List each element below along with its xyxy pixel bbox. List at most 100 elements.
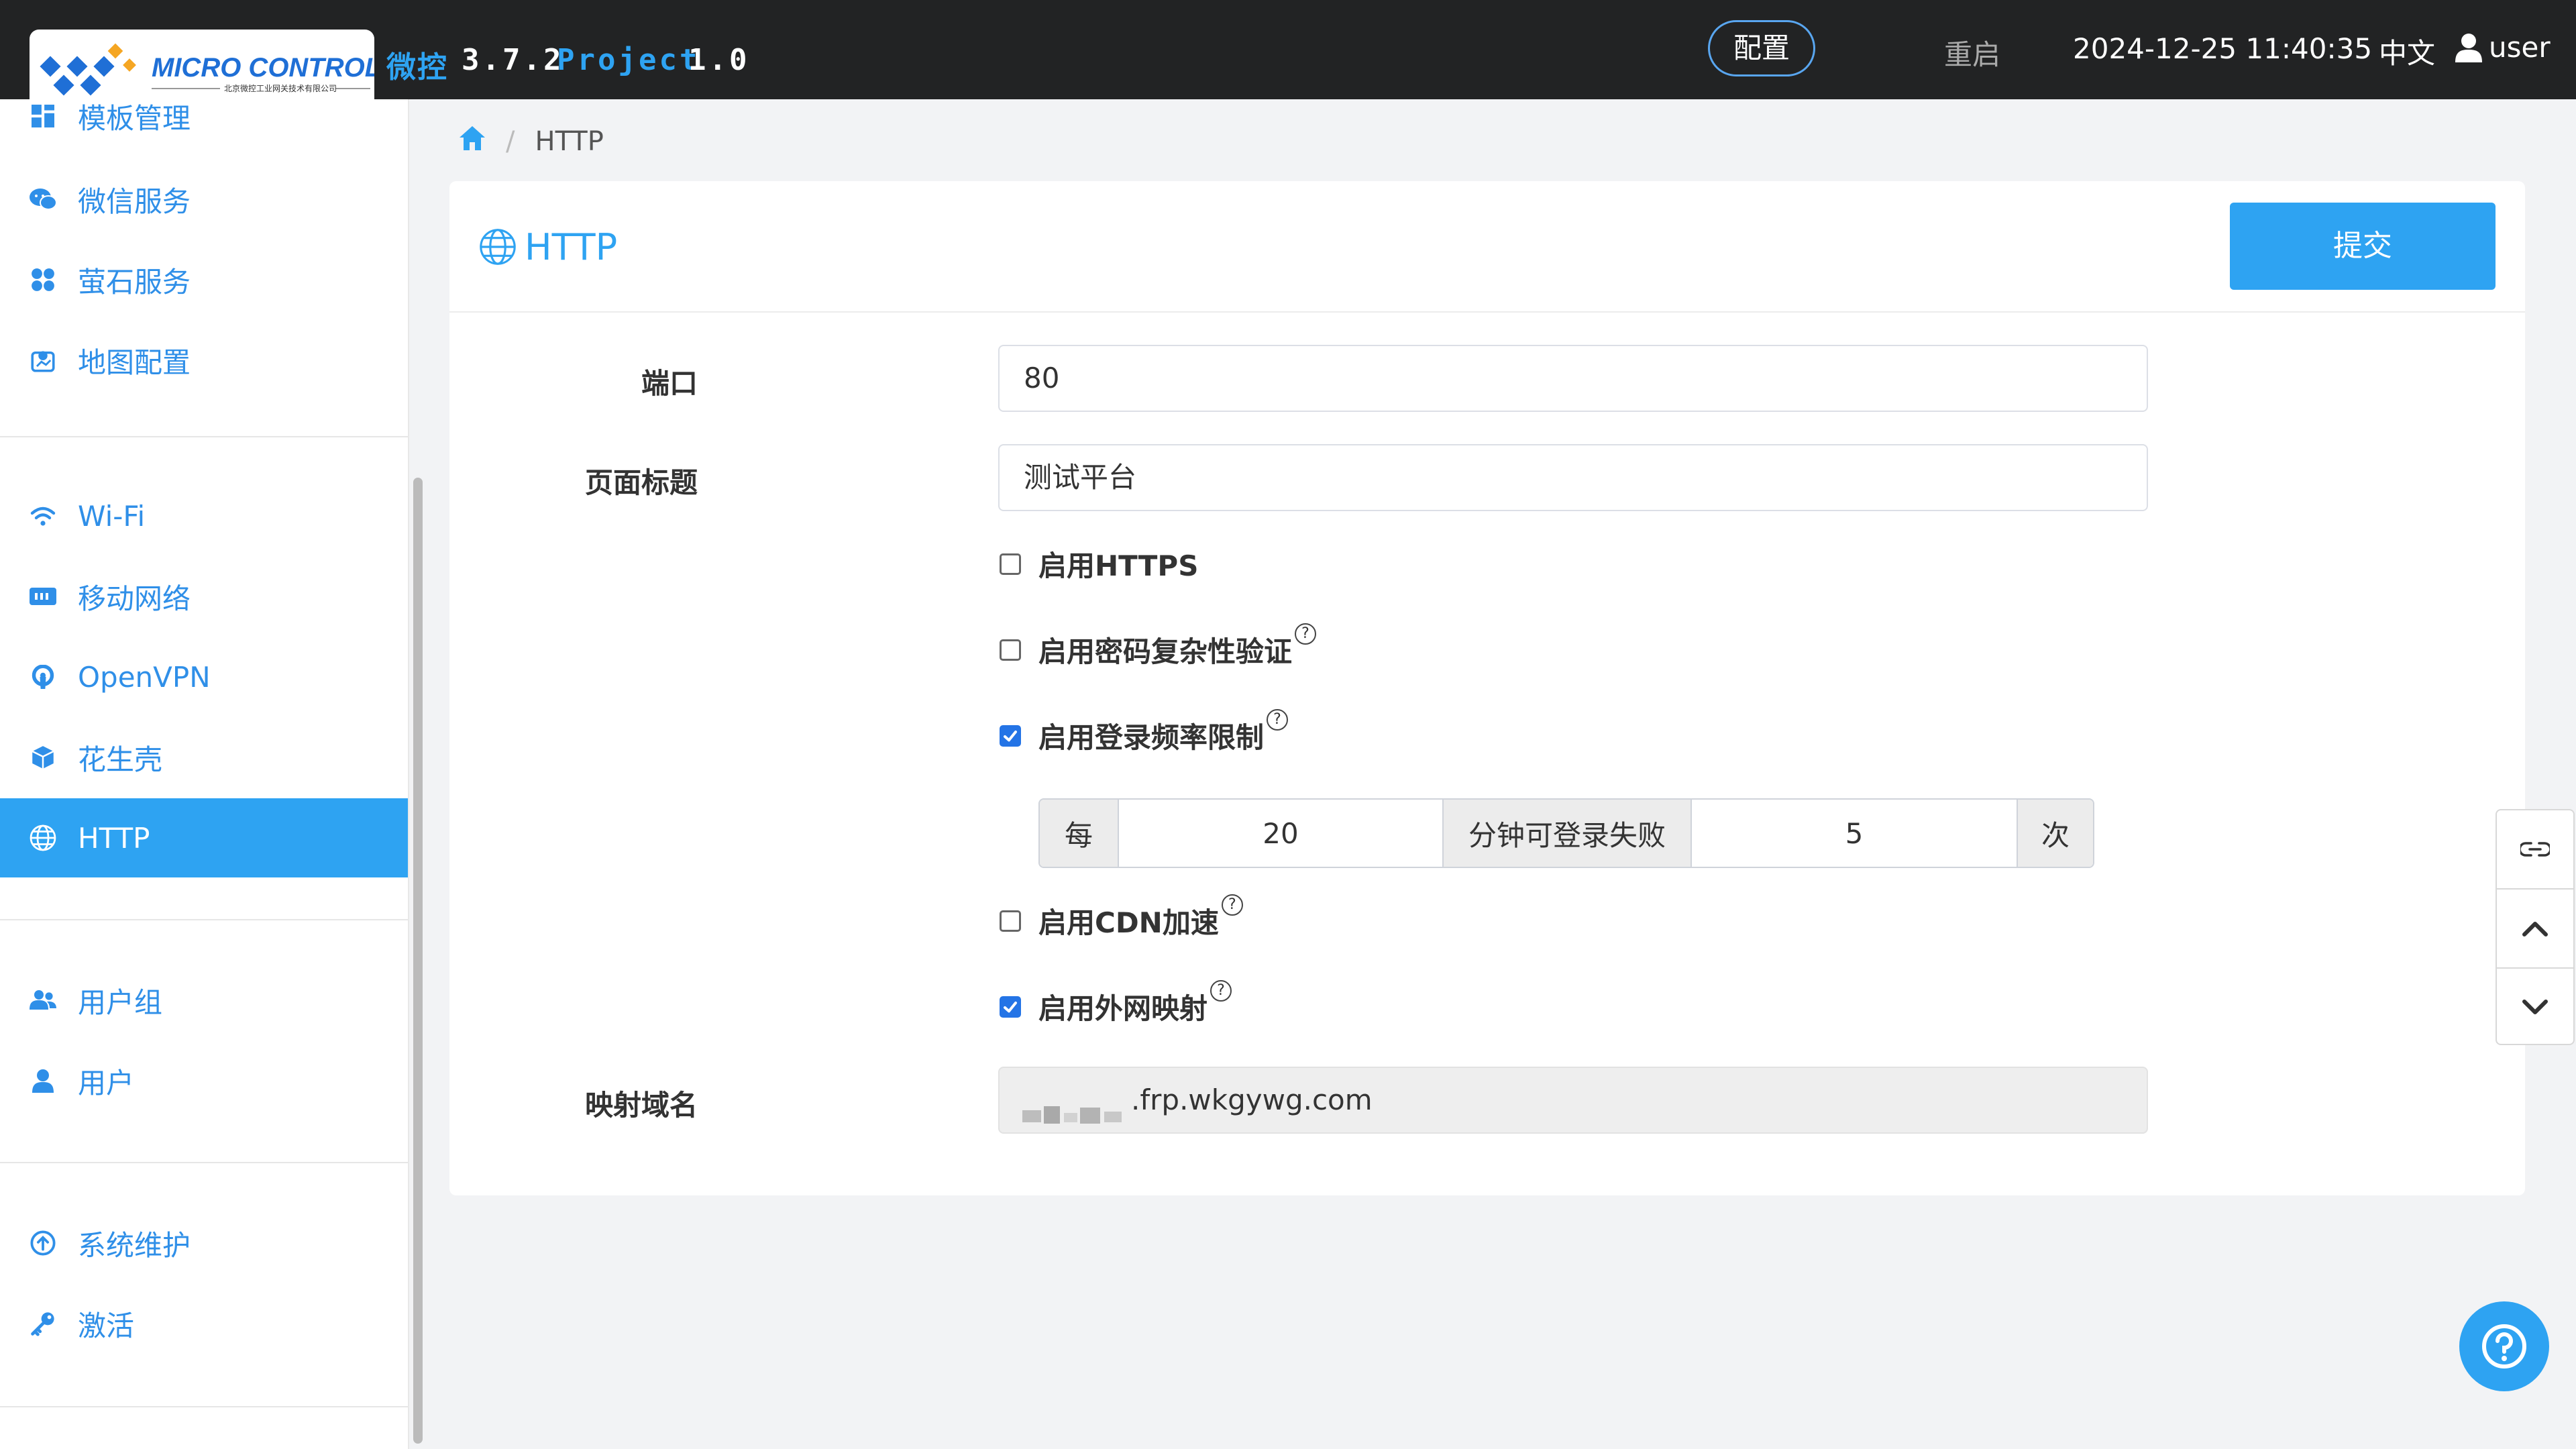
sidebar-item-label: 微信服务 — [78, 184, 191, 218]
mapping-domain-label: 映射域名 — [584, 1089, 698, 1122]
map-icon — [28, 345, 58, 375]
wechat-icon — [28, 184, 58, 214]
datetime: 2024-12-25 11:40:35 — [2073, 32, 2373, 65]
sidebar-item-label: 用户组 — [78, 985, 163, 1019]
login-rate-input-group: 每 20 分钟可登录失败 5 次 — [1038, 798, 2094, 868]
rate-minutes-input[interactable]: 20 — [1119, 800, 1442, 867]
breadcrumb: / HTTP — [459, 125, 604, 158]
login-rate-option: 启用登录频率限制 ? — [1000, 708, 1289, 756]
sidebar-item-users[interactable]: 用户 — [0, 1041, 408, 1120]
product-version: 3.7.2 — [462, 43, 564, 77]
sidebar-item-template-management[interactable]: 模板管理 — [0, 76, 408, 156]
link-button[interactable] — [2497, 810, 2573, 888]
sidebar-item-wechat[interactable]: 微信服务 — [0, 160, 408, 239]
redacted-subdomain — [1020, 1086, 1140, 1124]
upload-circle-icon — [28, 1228, 58, 1258]
login-rate-checkbox[interactable] — [1000, 724, 1021, 747]
config-button[interactable]: 配置 — [1708, 20, 1815, 76]
sidebar-item-system-maintenance[interactable]: 系统维护 — [0, 1203, 408, 1283]
scroll-down-button[interactable] — [2497, 969, 2573, 1046]
globe-icon — [479, 228, 517, 266]
scroll-up-button[interactable] — [2497, 890, 2573, 967]
openvpn-icon — [28, 662, 58, 692]
port-label: 端口 — [641, 367, 698, 400]
password-complexity-label: 启用密码复杂性验证 — [1038, 635, 1293, 668]
page-title-label: 页面标题 — [584, 466, 698, 499]
sidebar-item-user-groups[interactable]: 用户组 — [0, 961, 408, 1040]
external-mapping-checkbox[interactable] — [1000, 996, 1021, 1018]
sidebar-item-oray[interactable]: 花生壳 — [0, 718, 408, 797]
sidebar-divider — [0, 1162, 408, 1163]
cdn-label: 启用CDN加速 — [1038, 906, 1219, 939]
sidebar-item-label: 系统维护 — [78, 1228, 191, 1262]
project-version: 1.0 — [688, 43, 750, 77]
user-icon — [28, 1066, 58, 1095]
cube-icon — [28, 743, 58, 772]
username: user — [2489, 31, 2551, 64]
sidebar-item-ezviz[interactable]: 萤石服务 — [0, 240, 408, 319]
checkmark-icon — [1004, 1001, 1017, 1012]
help-icon[interactable]: ? — [1267, 708, 1289, 731]
sidebar: 模板管理 微信服务 萤石服务 地图配置 Wi-Fi 移动网络 OpenVPN 花… — [0, 99, 409, 1449]
key-icon — [28, 1309, 58, 1338]
rate-times-input[interactable]: 5 — [1692, 800, 2017, 867]
sidebar-scrollbar[interactable] — [413, 478, 423, 1444]
sidebar-item-label: 模板管理 — [78, 101, 191, 135]
restart-button[interactable]: 重启 — [1944, 32, 2000, 73]
rate-prefix: 每 — [1040, 800, 1119, 867]
https-checkbox[interactable] — [1000, 553, 1021, 575]
sidebar-item-activation[interactable]: 激活 — [0, 1284, 408, 1363]
ezviz-icon — [28, 265, 58, 294]
checkmark-icon — [1004, 730, 1017, 741]
page-title: HTTP — [479, 225, 618, 268]
http-settings-card: HTTP 提交 端口 80 页面标题 测试平台 启用HTTPS 启用密码复杂性验… — [449, 181, 2525, 1195]
sidebar-item-label: 用户 — [78, 1066, 135, 1099]
sidebar-item-openvpn[interactable]: OpenVPN — [0, 637, 408, 716]
link-icon — [2520, 842, 2550, 857]
cdn-option: 启用CDN加速 ? — [1000, 894, 1243, 941]
cdn-checkbox[interactable] — [1000, 910, 1021, 932]
sidebar-item-wifi[interactable]: Wi-Fi — [0, 476, 408, 555]
sidebar-item-label: 花生壳 — [78, 743, 163, 776]
help-icon[interactable]: ? — [1221, 894, 1243, 916]
password-complexity-checkbox[interactable] — [1000, 639, 1021, 661]
user-icon — [2455, 33, 2482, 62]
sidebar-item-label: 地图配置 — [78, 345, 191, 379]
submit-button[interactable]: 提交 — [2230, 203, 2496, 290]
password-complexity-option: 启用密码复杂性验证 ? — [1000, 623, 1317, 670]
sidebar-item-map-config[interactable]: 地图配置 — [0, 321, 408, 400]
breadcrumb-current: HTTP — [535, 126, 604, 157]
page-title-text: HTTP — [525, 225, 618, 268]
card-header: HTTP 提交 — [449, 181, 2525, 313]
port-input[interactable]: 80 — [998, 345, 2148, 412]
sidebar-item-mobile-network[interactable]: 移动网络 — [0, 557, 408, 636]
sidebar-item-http[interactable]: HTTP — [0, 798, 408, 877]
home-icon[interactable] — [459, 125, 486, 158]
breadcrumb-separator: / — [506, 126, 515, 157]
project-label: Project — [557, 43, 700, 77]
external-mapping-label: 启用外网映射 — [1038, 992, 1208, 1025]
sim-card-icon — [28, 582, 58, 611]
page-title-input[interactable]: 测试平台 — [998, 444, 2148, 511]
https-label: 启用HTTPS — [1038, 549, 1199, 582]
chevron-up-icon — [2522, 922, 2548, 936]
rate-middle: 分钟可登录失败 — [1442, 800, 1692, 867]
login-rate-label: 启用登录频率限制 — [1038, 721, 1265, 754]
rate-suffix: 次 — [2017, 800, 2093, 867]
sidebar-item-label: 萤石服务 — [78, 265, 191, 299]
help-icon[interactable]: ? — [1295, 623, 1317, 645]
sidebar-item-label: Wi-Fi — [78, 499, 146, 533]
help-button[interactable] — [2459, 1301, 2549, 1391]
floating-toolbar — [2496, 809, 2575, 1045]
sidebar-item-label: 激活 — [78, 1309, 135, 1342]
mapping-domain-input: .frp.wkgywg.com — [998, 1067, 2148, 1134]
external-mapping-option: 启用外网映射 ? — [1000, 979, 1232, 1027]
wifi-icon — [28, 501, 58, 531]
sidebar-divider — [0, 436, 408, 437]
question-circle-icon — [2482, 1324, 2526, 1368]
help-icon[interactable]: ? — [1210, 979, 1232, 1002]
sidebar-divider — [0, 919, 408, 920]
language-switch[interactable]: 中文 — [2379, 31, 2435, 72]
user-menu[interactable]: user — [2455, 31, 2551, 64]
sidebar-divider — [0, 1406, 408, 1407]
